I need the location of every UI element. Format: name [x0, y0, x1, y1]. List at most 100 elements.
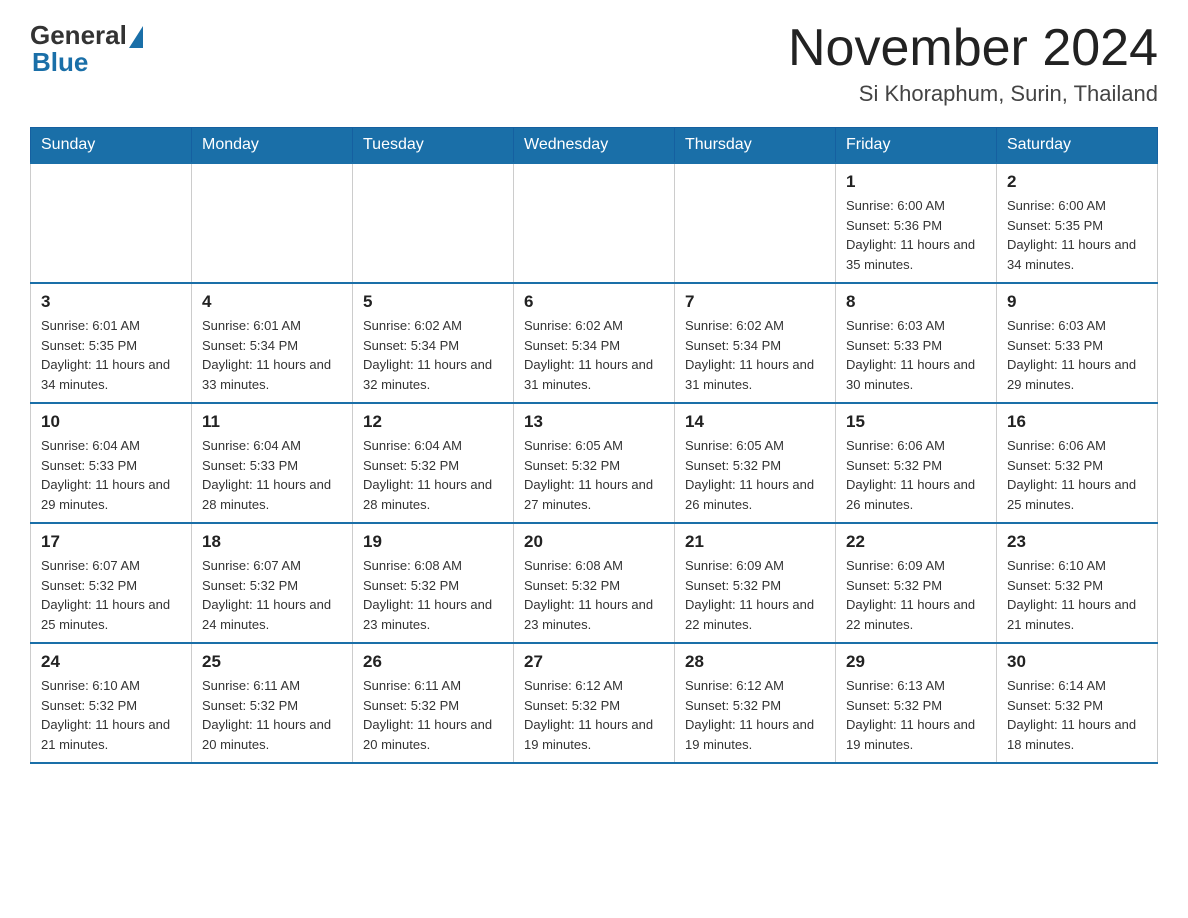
day-number: 4: [202, 292, 342, 312]
day-info: Sunrise: 6:03 AMSunset: 5:33 PMDaylight:…: [1007, 316, 1147, 394]
calendar-cell: 26 Sunrise: 6:11 AMSunset: 5:32 PMDayligh…: [353, 643, 514, 763]
calendar-cell: 14 Sunrise: 6:05 AMSunset: 5:32 PMDayligh…: [675, 403, 836, 523]
calendar-cell: 30Sunrise: 6:14 AMSunset: 5:32 PMDayligh…: [997, 643, 1158, 763]
calendar-cell: 22Sunrise: 6:09 AMSunset: 5:32 PMDayligh…: [836, 523, 997, 643]
calendar-cell: 9 Sunrise: 6:03 AMSunset: 5:33 PMDaylight…: [997, 283, 1158, 403]
day-info: Sunrise: 6:04 AMSunset: 5:33 PMDaylight:…: [202, 436, 342, 514]
day-number: 12: [363, 412, 503, 432]
calendar-cell: 6 Sunrise: 6:02 AMSunset: 5:34 PMDaylight…: [514, 283, 675, 403]
day-info: Sunrise: 6:11 AMSunset: 5:32 PMDaylight:…: [202, 676, 342, 754]
calendar-cell: 10Sunrise: 6:04 AMSunset: 5:33 PMDayligh…: [31, 403, 192, 523]
day-info: Sunrise: 6:06 AMSunset: 5:32 PMDaylight:…: [846, 436, 986, 514]
logo-triangle-icon: [129, 26, 143, 48]
day-info: Sunrise: 6:13 AMSunset: 5:32 PMDaylight:…: [846, 676, 986, 754]
day-info: Sunrise: 6:00 AMSunset: 5:36 PMDaylight:…: [846, 196, 986, 274]
day-info: Sunrise: 6:12 AMSunset: 5:32 PMDaylight:…: [685, 676, 825, 754]
weekday-header-row: SundayMondayTuesdayWednesdayThursdayFrid…: [31, 128, 1158, 164]
calendar-cell: 25 Sunrise: 6:11 AMSunset: 5:32 PMDayligh…: [192, 643, 353, 763]
calendar-week-row: 3 Sunrise: 6:01 AMSunset: 5:35 PMDaylight…: [31, 283, 1158, 403]
day-number: 13: [524, 412, 664, 432]
day-number: 17: [41, 532, 181, 552]
day-info: Sunrise: 6:00 AMSunset: 5:35 PMDaylight:…: [1007, 196, 1147, 274]
calendar-cell: 29 Sunrise: 6:13 AMSunset: 5:32 PMDayligh…: [836, 643, 997, 763]
day-number: 28: [685, 652, 825, 672]
calendar-cell: [192, 163, 353, 283]
day-info: Sunrise: 6:11 AMSunset: 5:32 PMDaylight:…: [363, 676, 503, 754]
weekday-header-saturday: Saturday: [997, 128, 1158, 164]
day-number: 5: [363, 292, 503, 312]
calendar-cell: 17 Sunrise: 6:07 AMSunset: 5:32 PMDayligh…: [31, 523, 192, 643]
day-info: Sunrise: 6:10 AMSunset: 5:32 PMDaylight:…: [1007, 556, 1147, 634]
calendar-cell: 13 Sunrise: 6:05 AMSunset: 5:32 PMDayligh…: [514, 403, 675, 523]
calendar-week-row: 17 Sunrise: 6:07 AMSunset: 5:32 PMDayligh…: [31, 523, 1158, 643]
calendar-cell: [675, 163, 836, 283]
weekday-header-friday: Friday: [836, 128, 997, 164]
day-info: Sunrise: 6:01 AMSunset: 5:35 PMDaylight:…: [41, 316, 181, 394]
day-number: 18: [202, 532, 342, 552]
day-number: 21: [685, 532, 825, 552]
day-info: Sunrise: 6:05 AMSunset: 5:32 PMDaylight:…: [524, 436, 664, 514]
day-info: Sunrise: 6:04 AMSunset: 5:32 PMDaylight:…: [363, 436, 503, 514]
calendar-cell: 21 Sunrise: 6:09 AMSunset: 5:32 PMDayligh…: [675, 523, 836, 643]
logo-blue-text: Blue: [32, 47, 88, 78]
day-info: Sunrise: 6:03 AMSunset: 5:33 PMDaylight:…: [846, 316, 986, 394]
day-info: Sunrise: 6:09 AMSunset: 5:32 PMDaylight:…: [685, 556, 825, 634]
calendar-cell: 5 Sunrise: 6:02 AMSunset: 5:34 PMDaylight…: [353, 283, 514, 403]
calendar-week-row: 24Sunrise: 6:10 AMSunset: 5:32 PMDayligh…: [31, 643, 1158, 763]
calendar-cell: 19 Sunrise: 6:08 AMSunset: 5:32 PMDayligh…: [353, 523, 514, 643]
day-info: Sunrise: 6:07 AMSunset: 5:32 PMDaylight:…: [202, 556, 342, 634]
day-info: Sunrise: 6:02 AMSunset: 5:34 PMDaylight:…: [685, 316, 825, 394]
weekday-header-monday: Monday: [192, 128, 353, 164]
day-number: 16: [1007, 412, 1147, 432]
day-info: Sunrise: 6:08 AMSunset: 5:32 PMDaylight:…: [363, 556, 503, 634]
day-number: 9: [1007, 292, 1147, 312]
day-number: 3: [41, 292, 181, 312]
day-info: Sunrise: 6:05 AMSunset: 5:32 PMDaylight:…: [685, 436, 825, 514]
calendar-cell: 16Sunrise: 6:06 AMSunset: 5:32 PMDayligh…: [997, 403, 1158, 523]
page-header: General Blue November 2024 Si Khoraphum,…: [30, 20, 1158, 107]
day-number: 26: [363, 652, 503, 672]
day-number: 27: [524, 652, 664, 672]
day-number: 14: [685, 412, 825, 432]
calendar-cell: 1 Sunrise: 6:00 AMSunset: 5:36 PMDaylight…: [836, 163, 997, 283]
calendar-cell: 7 Sunrise: 6:02 AMSunset: 5:34 PMDaylight…: [675, 283, 836, 403]
day-number: 6: [524, 292, 664, 312]
day-number: 23: [1007, 532, 1147, 552]
calendar-cell: 20 Sunrise: 6:08 AMSunset: 5:32 PMDayligh…: [514, 523, 675, 643]
day-info: Sunrise: 6:02 AMSunset: 5:34 PMDaylight:…: [363, 316, 503, 394]
calendar-cell: 2 Sunrise: 6:00 AMSunset: 5:35 PMDaylight…: [997, 163, 1158, 283]
day-number: 15: [846, 412, 986, 432]
day-info: Sunrise: 6:08 AMSunset: 5:32 PMDaylight:…: [524, 556, 664, 634]
day-number: 1: [846, 172, 986, 192]
day-number: 25: [202, 652, 342, 672]
calendar-cell: [31, 163, 192, 283]
day-number: 19: [363, 532, 503, 552]
day-number: 29: [846, 652, 986, 672]
calendar-week-row: 10Sunrise: 6:04 AMSunset: 5:33 PMDayligh…: [31, 403, 1158, 523]
weekday-header-wednesday: Wednesday: [514, 128, 675, 164]
day-number: 30: [1007, 652, 1147, 672]
day-number: 7: [685, 292, 825, 312]
location-subtitle: Si Khoraphum, Surin, Thailand: [788, 81, 1158, 107]
day-info: Sunrise: 6:02 AMSunset: 5:34 PMDaylight:…: [524, 316, 664, 394]
day-info: Sunrise: 6:04 AMSunset: 5:33 PMDaylight:…: [41, 436, 181, 514]
day-number: 22: [846, 532, 986, 552]
calendar-table: SundayMondayTuesdayWednesdayThursdayFrid…: [30, 127, 1158, 764]
calendar-cell: 12 Sunrise: 6:04 AMSunset: 5:32 PMDayligh…: [353, 403, 514, 523]
month-title: November 2024: [788, 20, 1158, 77]
calendar-header: SundayMondayTuesdayWednesdayThursdayFrid…: [31, 128, 1158, 164]
calendar-cell: 3 Sunrise: 6:01 AMSunset: 5:35 PMDaylight…: [31, 283, 192, 403]
weekday-header-sunday: Sunday: [31, 128, 192, 164]
title-block: November 2024 Si Khoraphum, Surin, Thail…: [788, 20, 1158, 107]
calendar-cell: 18 Sunrise: 6:07 AMSunset: 5:32 PMDayligh…: [192, 523, 353, 643]
day-info: Sunrise: 6:07 AMSunset: 5:32 PMDaylight:…: [41, 556, 181, 634]
calendar-cell: 4 Sunrise: 6:01 AMSunset: 5:34 PMDaylight…: [192, 283, 353, 403]
calendar-cell: 27Sunrise: 6:12 AMSunset: 5:32 PMDayligh…: [514, 643, 675, 763]
day-number: 2: [1007, 172, 1147, 192]
day-number: 24: [41, 652, 181, 672]
calendar-cell: 15 Sunrise: 6:06 AMSunset: 5:32 PMDayligh…: [836, 403, 997, 523]
calendar-cell: 24Sunrise: 6:10 AMSunset: 5:32 PMDayligh…: [31, 643, 192, 763]
day-number: 20: [524, 532, 664, 552]
day-number: 8: [846, 292, 986, 312]
day-info: Sunrise: 6:01 AMSunset: 5:34 PMDaylight:…: [202, 316, 342, 394]
